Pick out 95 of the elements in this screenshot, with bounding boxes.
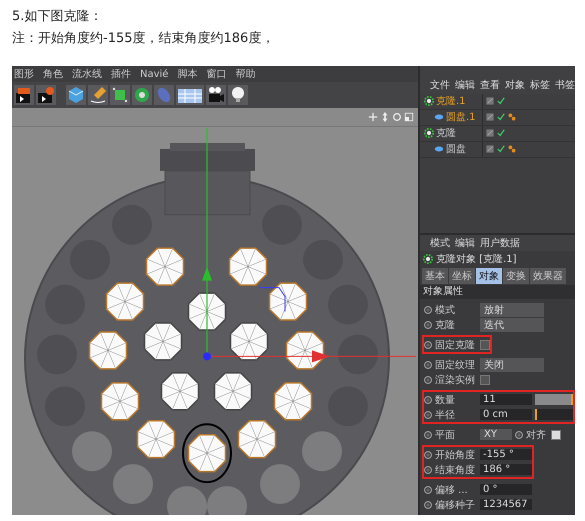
number-field[interactable]: 11 xyxy=(480,394,532,405)
layer-toggle-icon[interactable] xyxy=(486,113,494,122)
keyframe-circle-icon[interactable] xyxy=(424,340,432,348)
checkbox[interactable] xyxy=(480,340,490,350)
keyframe-circle-icon[interactable] xyxy=(424,500,432,508)
keyframe-circle-icon[interactable] xyxy=(424,450,432,458)
disc-icon xyxy=(434,112,444,122)
keyframe-circle-icon[interactable] xyxy=(424,320,432,328)
property-label: 偏移种子 xyxy=(435,498,476,512)
keyframe-circle-icon[interactable] xyxy=(515,430,523,438)
keyframe-circle-icon[interactable] xyxy=(424,376,432,384)
keyframe-circle-icon[interactable] xyxy=(424,430,432,438)
cloner-gear-icon xyxy=(424,128,434,138)
property-label: 对齐 xyxy=(526,428,547,442)
light-bulb-icon[interactable] xyxy=(228,85,248,105)
menu-item[interactable]: 书签 xyxy=(555,78,575,92)
object-name[interactable]: 圆盘.1 xyxy=(446,110,476,124)
tab[interactable]: 坐标 xyxy=(449,268,475,284)
rotate-icon[interactable] xyxy=(392,112,402,122)
keyframe-circle-icon[interactable] xyxy=(424,396,432,404)
menu-item[interactable]: 窗口 xyxy=(206,67,226,81)
up-down-arrow-icon[interactable] xyxy=(380,112,390,122)
camera-icon[interactable] xyxy=(206,85,226,105)
layer-toggle-icon[interactable] xyxy=(486,129,494,138)
tab[interactable]: 效果器 xyxy=(530,268,566,284)
keyframe-circle-icon[interactable] xyxy=(424,466,432,474)
menu-item[interactable]: 脚本 xyxy=(177,67,198,81)
dropdown[interactable]: 放射 xyxy=(480,302,544,316)
dropdown[interactable]: 迭代 xyxy=(480,318,544,332)
slider[interactable] xyxy=(535,394,573,405)
section-header: 对象属性 xyxy=(420,285,575,299)
material-tag-icon[interactable] xyxy=(508,145,516,154)
property-label: 偏移 ... xyxy=(435,484,469,496)
attribute-title: 克隆对象 [克隆.1] xyxy=(436,252,517,266)
property-label: 固定纹理 xyxy=(435,358,476,372)
dropdown[interactable]: 关闭 xyxy=(480,358,544,372)
menu-item[interactable]: 角色 xyxy=(43,67,63,81)
property-label: 固定克隆 xyxy=(435,338,476,352)
cube-icon[interactable] xyxy=(66,85,86,105)
keyframe-circle-icon[interactable] xyxy=(424,306,432,314)
number-field[interactable]: -155 ° xyxy=(480,449,532,460)
property-label: 数量 xyxy=(435,394,456,406)
cloner-gear-icon xyxy=(423,254,433,264)
property-label: 结束角度 xyxy=(435,464,476,476)
menu-item[interactable]: 文件 xyxy=(430,78,450,92)
keyframe-circle-icon[interactable] xyxy=(424,410,432,418)
keyframe-circle-icon[interactable] xyxy=(424,486,432,494)
render-settings-icon[interactable] xyxy=(36,85,56,105)
number-field[interactable]: 0 cm xyxy=(480,409,532,420)
cube-selection-icon[interactable] xyxy=(110,85,130,105)
tab[interactable]: 基本 xyxy=(422,268,448,284)
heading-text: 5.如下图克隆： xyxy=(12,8,104,26)
flower-icon[interactable] xyxy=(132,85,152,105)
slider[interactable] xyxy=(535,409,573,420)
property-label: 模式 xyxy=(435,304,456,316)
render-clapper-icon[interactable] xyxy=(14,85,34,105)
window-icon[interactable] xyxy=(404,112,414,122)
menu-item[interactable]: 对象 xyxy=(505,78,525,92)
disc-icon xyxy=(434,144,444,154)
number-field[interactable]: 0 ° xyxy=(480,484,532,495)
property-label: 克隆 xyxy=(435,318,456,332)
menu-item[interactable]: 编辑 xyxy=(455,78,475,92)
menu-item[interactable]: 流水线 xyxy=(72,67,102,81)
menu-item[interactable]: Navié xyxy=(140,68,168,80)
menu-item[interactable]: 图形 xyxy=(14,67,34,81)
material-tag-icon[interactable] xyxy=(508,113,516,122)
layer-toggle-icon[interactable] xyxy=(486,145,494,154)
pen-icon[interactable] xyxy=(88,85,108,105)
property-label: 渲染实例 xyxy=(435,374,476,386)
checkbox[interactable] xyxy=(551,430,561,440)
property-label: 半径 xyxy=(435,408,456,422)
menu-item[interactable]: 用户数据 xyxy=(480,236,520,250)
layer-toggle-icon[interactable] xyxy=(486,97,494,106)
floor-grid-icon[interactable] xyxy=(176,85,204,105)
move-icon[interactable] xyxy=(368,112,378,122)
note-text: 注：开始角度约-155度，结束角度约186度， xyxy=(12,30,276,48)
object-name[interactable]: 圆盘 xyxy=(446,142,466,156)
menu-item[interactable]: 帮助 xyxy=(235,67,256,81)
menu-item[interactable]: 模式 xyxy=(430,236,450,250)
number-field[interactable]: 186 ° xyxy=(480,464,532,475)
object-name[interactable]: 克隆.1 xyxy=(436,94,466,108)
tab[interactable]: 对象 xyxy=(476,268,502,284)
menu-item[interactable]: 查看 xyxy=(480,78,500,92)
menu-item[interactable]: 插件 xyxy=(111,67,131,81)
cloner-gear-icon xyxy=(424,96,434,106)
tab[interactable]: 变换 xyxy=(503,268,529,284)
number-field[interactable]: 1234567 xyxy=(480,499,532,510)
object-name[interactable]: 克隆 xyxy=(436,126,456,140)
keyframe-circle-icon[interactable] xyxy=(424,360,432,368)
menu-item[interactable]: 标签 xyxy=(530,78,550,92)
property-label: 开始角度 xyxy=(435,448,476,462)
menu-item[interactable]: 编辑 xyxy=(455,236,475,250)
property-label: 平面 xyxy=(435,428,456,442)
checkbox[interactable] xyxy=(480,374,490,384)
dropdown[interactable]: XY xyxy=(480,429,512,440)
